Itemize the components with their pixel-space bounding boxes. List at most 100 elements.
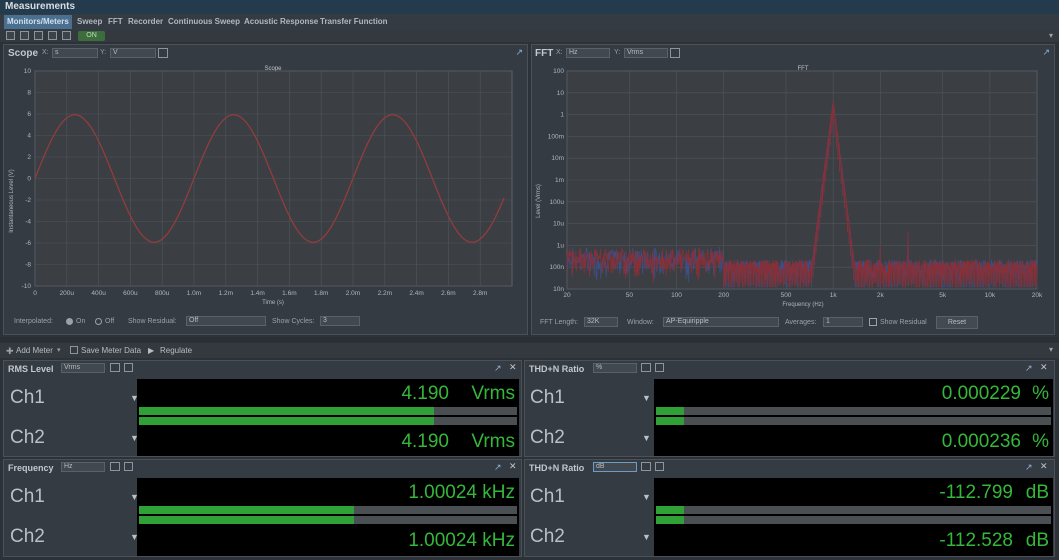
- tab-sweep[interactable]: Sweep: [74, 15, 105, 29]
- meter-unit: Vrms: [471, 431, 515, 452]
- fft-y-tick-label: 100u: [550, 199, 565, 206]
- splitter[interactable]: [0, 337, 1059, 342]
- meter-popout-icon[interactable]: ↗: [494, 462, 502, 473]
- scope-x-tick-label: 1.6m: [282, 290, 296, 297]
- scope-x-tick-label: 2.2m: [378, 290, 392, 297]
- interpolated-off-radio[interactable]: [95, 318, 102, 325]
- meter-view-icon[interactable]: [110, 462, 120, 471]
- channel-dropdown-icon[interactable]: ▼: [642, 532, 651, 542]
- meter-view-icon[interactable]: [641, 462, 651, 471]
- add-meter-button[interactable]: Add Meter: [16, 346, 53, 355]
- level-bar: [656, 417, 684, 425]
- tab-acoustic-response[interactable]: Acoustic Response: [241, 15, 321, 29]
- interpolated-on-radio[interactable]: [66, 318, 73, 325]
- meter-settings-icon[interactable]: [655, 462, 664, 471]
- channel-dropdown-icon[interactable]: ▼: [642, 393, 651, 403]
- fft-x-label: X:: [556, 49, 563, 56]
- meter-close-icon[interactable]: ✕: [1040, 362, 1048, 373]
- meter-value: 1.00024: [408, 530, 477, 551]
- save-icon: [70, 346, 78, 354]
- on-toggle[interactable]: ON: [78, 31, 105, 41]
- tab-fft[interactable]: FFT: [105, 15, 126, 29]
- channel-label: Ch2: [530, 427, 565, 448]
- scope-x-tick-label: 1.2m: [219, 290, 233, 297]
- fft-show-residual-label: Show Residual: [880, 319, 927, 326]
- meter-unit-select[interactable]: Hz: [61, 462, 105, 472]
- tab-continuous-sweep[interactable]: Continuous Sweep: [165, 15, 243, 29]
- meter-value: -112.799: [939, 482, 1013, 503]
- fft-title: FFT: [535, 48, 554, 59]
- meter-icon[interactable]: [20, 31, 29, 40]
- meter-popout-icon[interactable]: ↗: [1025, 363, 1033, 374]
- window-label: Window:: [627, 319, 654, 326]
- level-bar: [139, 407, 434, 415]
- reset-button[interactable]: Reset: [936, 316, 978, 329]
- scope-x-label: X:: [42, 49, 49, 56]
- fft-x-tick-label: 100: [671, 292, 682, 299]
- tab-recorder[interactable]: Recorder: [125, 15, 166, 29]
- averages-input[interactable]: 1: [823, 317, 863, 327]
- meter-close-icon[interactable]: ✕: [509, 362, 517, 373]
- show-residual-checkbox[interactable]: [869, 318, 877, 326]
- scope-y-tick-label: 6: [27, 111, 31, 118]
- meter-popout-icon[interactable]: ↗: [1025, 462, 1033, 473]
- meter-settings-icon[interactable]: [124, 363, 133, 372]
- scope-y-unit-select[interactable]: V: [110, 48, 156, 58]
- play-icon: ▶: [148, 346, 155, 355]
- pin-icon[interactable]: ▾: [1049, 31, 1053, 40]
- channel-dropdown-icon[interactable]: ▼: [642, 433, 651, 443]
- meter-unit-select[interactable]: Vrms: [61, 363, 105, 373]
- meter-toolbar-pin-icon[interactable]: ▾: [1049, 345, 1053, 354]
- channel-dropdown-icon[interactable]: ▼: [642, 492, 651, 502]
- scope-y-tick-label: 10: [24, 68, 32, 75]
- meter-value: 4.190: [401, 383, 449, 404]
- scope-x-unit-select[interactable]: s: [52, 48, 98, 58]
- fft-x-axis-title: Frequency (Hz): [782, 302, 823, 308]
- fft-x-tick-label: 500: [781, 292, 792, 299]
- scope-x-tick-label: 1.4m: [250, 290, 264, 297]
- scope-popout-icon[interactable]: ↗: [515, 47, 523, 58]
- tab-bar: Monitors/Meters Sweep FFT Recorder Conti…: [0, 14, 1059, 30]
- scope-x-tick-label: 2.0m: [346, 290, 360, 297]
- meter-close-icon[interactable]: ✕: [1040, 461, 1048, 472]
- scope-y-tick-label: -8: [25, 262, 31, 269]
- fft-popout-icon[interactable]: ↗: [1042, 47, 1050, 58]
- fft-x-unit-select[interactable]: Hz: [566, 48, 610, 58]
- meter-unit: dB: [1025, 530, 1049, 551]
- meter-settings-icon[interactable]: [124, 462, 133, 471]
- tab-monitors-meters[interactable]: Monitors/Meters: [4, 15, 72, 29]
- scope-y-tick-label: -10: [22, 283, 32, 290]
- fft-length-select[interactable]: 32K: [584, 317, 618, 327]
- meter-unit-select[interactable]: dB: [593, 462, 637, 472]
- scope-y-tick-label: 8: [27, 90, 31, 97]
- window-select[interactable]: AP-Equiripple: [663, 317, 779, 327]
- fft-y-tick-label: 10: [557, 90, 565, 97]
- fft-x-tick-label: 5k: [939, 292, 947, 299]
- meter-settings-icon[interactable]: [655, 363, 664, 372]
- save-meter-data-button[interactable]: Save Meter Data: [81, 346, 141, 355]
- meter-popout-icon[interactable]: ↗: [494, 363, 502, 374]
- layout-icon[interactable]: [6, 31, 15, 40]
- tab-transfer-function[interactable]: Transfer Function: [317, 15, 391, 29]
- scope-x-tick-label: 2.4m: [409, 290, 423, 297]
- level-bar: [139, 516, 354, 524]
- scope-x-tick-label: 200u: [60, 290, 75, 297]
- show-residual-select[interactable]: Off: [186, 316, 266, 326]
- info-icon[interactable]: [34, 31, 43, 40]
- settings-icon[interactable]: [62, 31, 71, 40]
- add-meter-dropdown-icon[interactable]: ▾: [57, 346, 61, 354]
- show-cycles-input[interactable]: 3: [320, 316, 360, 326]
- scope-settings-icon[interactable]: [158, 48, 168, 58]
- fft-y-unit-select[interactable]: Vrms: [624, 48, 668, 58]
- meter-close-icon[interactable]: ✕: [509, 461, 517, 472]
- meter-view-icon[interactable]: [110, 363, 120, 372]
- record-icon[interactable]: [48, 31, 57, 40]
- regulate-button[interactable]: Regulate: [160, 346, 192, 355]
- window-title: Measurements: [0, 0, 1059, 14]
- level-bar-track: [656, 417, 1051, 425]
- meter-view-icon[interactable]: [641, 363, 651, 372]
- meter-thdn-percent: THD+N Ratio % ↗ ✕ Ch1 ▼ Ch2 ▼ 0.000229 %…: [524, 360, 1055, 457]
- fft-settings-icon[interactable]: [670, 48, 680, 58]
- fft-y-tick-label: 10u: [553, 221, 564, 228]
- meter-unit-select[interactable]: %: [593, 363, 637, 373]
